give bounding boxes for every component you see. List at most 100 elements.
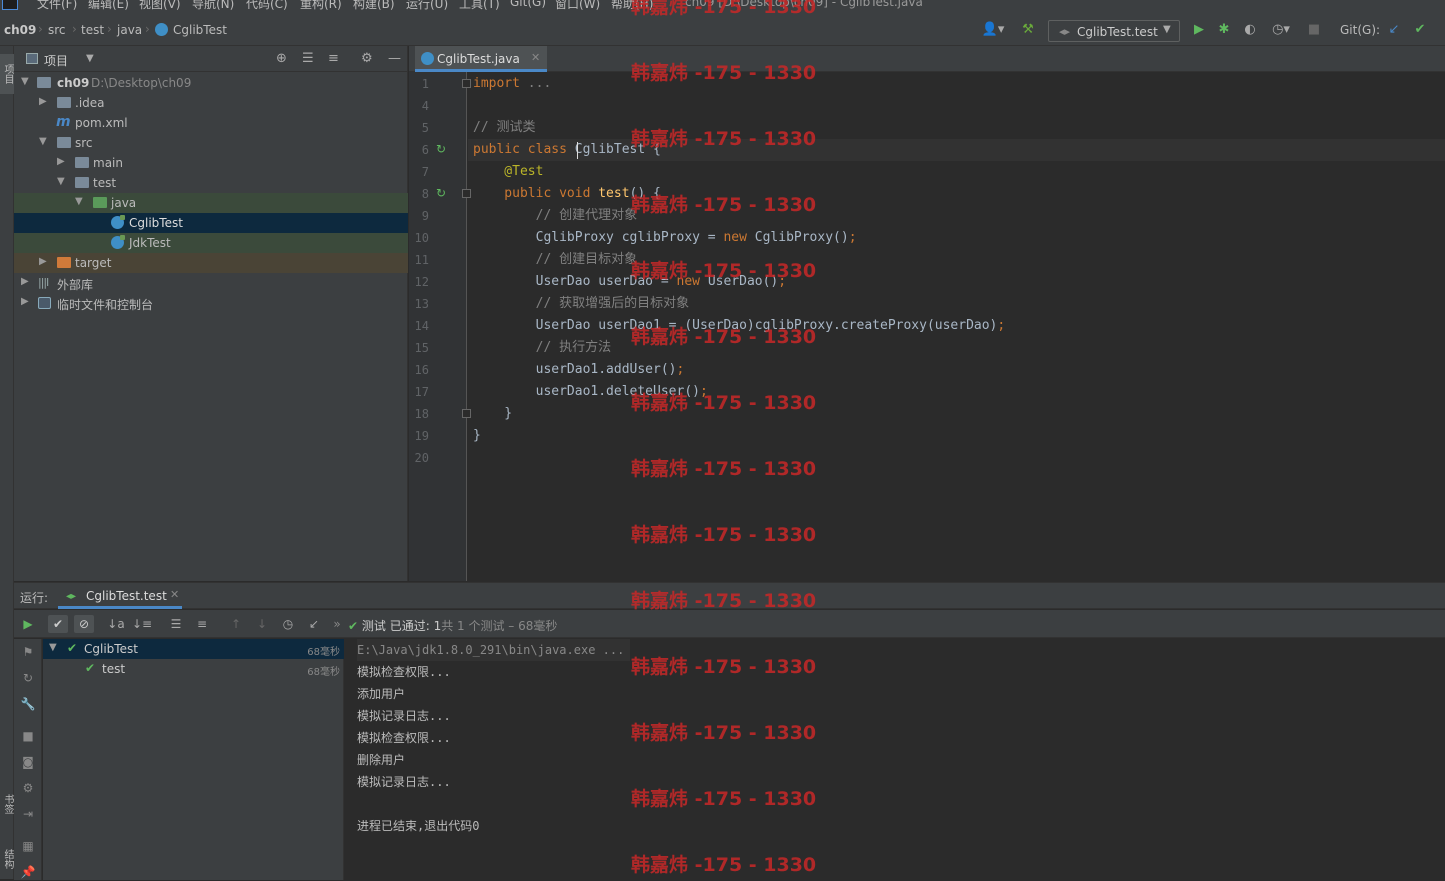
structure-tool-tab[interactable]: 结构	[0, 841, 14, 877]
editor-tab-cglibtest[interactable]: CglibTest.java ✕	[415, 46, 547, 72]
tree-item-idea[interactable]: ▶ .idea	[14, 93, 408, 113]
code-line[interactable]: CglibProxy cglibProxy = new CglibProxy()…	[473, 227, 857, 249]
breadcrumb-java[interactable]: java	[117, 23, 142, 37]
debug-bug-icon[interactable]: ✱	[1216, 22, 1232, 37]
user-icon[interactable]: 👤▾	[980, 22, 1006, 37]
code-line[interactable]: }	[473, 425, 481, 447]
menu-navigate[interactable]: 导航(N)	[192, 0, 234, 10]
fold-icon[interactable]	[462, 189, 471, 198]
sort-alpha-icon[interactable]: ↓a	[106, 615, 126, 633]
code-line[interactable]: public class CglibTest {	[473, 139, 661, 161]
chevron-right-icon[interactable]: ▶	[57, 156, 65, 167]
coverage-icon[interactable]: ◐	[1242, 22, 1258, 37]
chevron-down-icon[interactable]: ▼	[49, 642, 57, 653]
tree-item-java[interactable]: ▼ java	[14, 193, 408, 213]
chevron-down-icon[interactable]: ▼	[39, 136, 47, 147]
menu-code[interactable]: 代码(C)	[246, 0, 288, 10]
close-icon[interactable]: ✕	[170, 588, 179, 601]
show-ignored-icon[interactable]: ⊘	[74, 615, 94, 633]
code-line[interactable]: // 执行方法	[473, 337, 611, 359]
fold-icon[interactable]	[462, 79, 471, 88]
run-config-select[interactable]: ◂▸ CglibTest.test ▼	[1048, 20, 1180, 42]
code-line[interactable]: // 获取增强后的目标对象	[473, 293, 689, 315]
chevron-down-icon[interactable]: ▼	[75, 196, 83, 207]
run-method-gutter-icon[interactable]: ↻	[436, 186, 446, 200]
chevron-right-icon[interactable]: ▶	[39, 256, 47, 267]
stop-icon[interactable]: ■	[1306, 22, 1322, 37]
pin-icon[interactable]: ⚑	[20, 645, 36, 661]
tree-item-jdktest[interactable]: JdkTest	[14, 233, 408, 253]
chevron-down-icon[interactable]: ▼	[21, 76, 29, 87]
exit-icon[interactable]: ⇥	[20, 807, 36, 823]
code-line[interactable]: // 创建代理对象	[473, 205, 637, 227]
run-icon[interactable]: ▶	[1191, 22, 1207, 37]
tree-item-test[interactable]: ▼ test	[14, 173, 408, 193]
tree-item-scratches[interactable]: ▶ 临时文件和控制台	[14, 293, 408, 313]
code-line[interactable]: UserDao userDao1 = (UserDao)cglibProxy.c…	[473, 315, 1006, 337]
test-row[interactable]: ▼ ✔ CglibTest 68毫秒	[43, 639, 344, 659]
history-icon[interactable]: ◷	[278, 615, 298, 633]
menu-view[interactable]: 视图(V)	[139, 0, 181, 10]
build-hammer-icon[interactable]: ⚒	[1020, 22, 1036, 37]
next-failed-icon[interactable]: ↓	[252, 615, 272, 633]
git-update-icon[interactable]: ↙	[1386, 22, 1402, 37]
stop-icon[interactable]: ■	[20, 729, 36, 745]
run-class-gutter-icon[interactable]: ↻	[436, 142, 446, 156]
rerun-icon[interactable]: ▶	[18, 615, 38, 633]
menu-build[interactable]: 构建(B)	[353, 0, 395, 10]
code-line[interactable]: public void test() {	[473, 183, 661, 205]
menu-window[interactable]: 窗口(W)	[555, 0, 600, 10]
more-icon[interactable]: »	[327, 615, 347, 633]
code-line[interactable]: userDao1.addUser();	[473, 359, 685, 381]
layout-icon[interactable]: ▦	[20, 839, 36, 855]
minimize-icon[interactable]: —	[388, 51, 401, 66]
tree-item-cglibtest[interactable]: CglibTest	[14, 213, 408, 233]
show-passed-icon[interactable]: ✔	[48, 615, 68, 633]
breadcrumb-test[interactable]: test	[81, 23, 104, 37]
tree-item-main[interactable]: ▶ main	[14, 153, 408, 173]
project-tool-tab[interactable]: 项目	[0, 54, 14, 94]
menu-file[interactable]: 文件(F)	[37, 0, 77, 10]
locate-icon[interactable]: ⊕	[276, 51, 287, 66]
expand-all-icon[interactable]: ☰	[302, 51, 314, 66]
code-line[interactable]: }	[473, 403, 512, 425]
console-output[interactable]: E:\Java\jdk1.8.0_291\bin\java.exe ... 模拟检…	[345, 639, 1445, 880]
menu-git[interactable]: Git(G)	[510, 0, 546, 9]
import-tests-icon[interactable]: ↙	[304, 615, 324, 633]
menu-refactor[interactable]: 重构(R)	[300, 0, 342, 10]
tree-item-src[interactable]: ▼ src	[14, 133, 408, 153]
menu-help[interactable]: 帮助(H)	[611, 0, 653, 10]
profile-icon[interactable]: ◷▾	[1266, 22, 1296, 37]
tree-item-ch09[interactable]: ▼ ch09 D:\Desktop\ch09	[14, 73, 408, 93]
wrench-icon[interactable]: 🔧	[20, 697, 36, 713]
sort-duration-icon[interactable]: ↓≡	[132, 615, 152, 633]
chevron-down-icon[interactable]: ▼	[86, 53, 94, 64]
toggle-auto-test-icon[interactable]: ↻	[20, 671, 36, 687]
chevron-right-icon[interactable]: ▶	[39, 96, 47, 107]
tree-item-target[interactable]: ▶ target	[14, 253, 408, 273]
chevron-right-icon[interactable]: ▶	[21, 276, 29, 287]
chevron-right-icon[interactable]: ▶	[21, 296, 29, 307]
git-commit-icon[interactable]: ✔	[1412, 22, 1428, 37]
menu-run[interactable]: 运行(U)	[406, 0, 448, 10]
code-line[interactable]: import ...	[473, 73, 551, 95]
collapse-all-icon[interactable]: ≡	[192, 615, 212, 633]
code-line[interactable]: // 测试类	[473, 117, 535, 139]
breadcrumb-project[interactable]: ch09	[4, 23, 36, 37]
menu-tools[interactable]: 工具(T)	[459, 0, 500, 10]
close-icon[interactable]: ✕	[531, 51, 540, 64]
project-panel-title[interactable]: 项目	[44, 52, 68, 69]
tree-item-pom[interactable]: m pom.xml	[14, 113, 408, 133]
expand-all-icon[interactable]: ☰	[166, 615, 186, 633]
chevron-down-icon[interactable]: ▼	[57, 176, 65, 187]
code-line[interactable]: userDao1.deleteUser();	[473, 381, 708, 403]
run-tab[interactable]: ◂▸ CglibTest.test ✕	[58, 583, 182, 609]
code-line[interactable]: @Test	[473, 161, 543, 183]
previous-failed-icon[interactable]: ↑	[226, 615, 246, 633]
collapse-all-icon[interactable]: ≡	[328, 51, 339, 66]
code-line[interactable]: UserDao userDao = new UserDao();	[473, 271, 786, 293]
gear-icon[interactable]: ⚙	[361, 51, 373, 66]
code-line[interactable]: // 创建目标对象	[473, 249, 637, 271]
gear-icon[interactable]: ⚙	[20, 781, 36, 797]
test-row[interactable]: ✔ test 68毫秒	[43, 659, 344, 679]
